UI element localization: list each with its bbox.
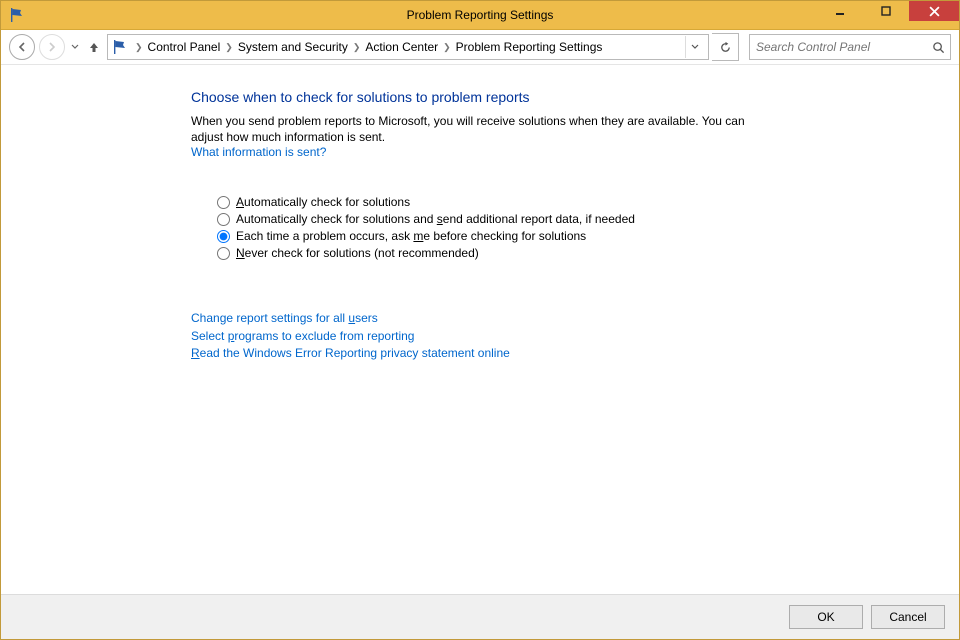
chevron-right-icon[interactable]: ❯ — [440, 42, 454, 53]
up-button[interactable] — [85, 38, 103, 56]
option-ask-each-time[interactable]: Each time a problem occurs, ask me befor… — [217, 229, 751, 243]
option-radio[interactable] — [217, 230, 230, 243]
option-auto-check-send[interactable]: Automatically check for solutions and se… — [217, 212, 751, 226]
option-label: Automatically check for solutions and se… — [236, 212, 635, 226]
window-frame: Problem Reporting Settings — [0, 0, 960, 640]
minimize-button[interactable] — [817, 1, 863, 21]
select-programs-exclude-link[interactable]: Select programs to exclude from reportin… — [191, 328, 751, 345]
breadcrumb-label: Problem Reporting Settings — [456, 40, 603, 54]
cancel-button[interactable]: Cancel — [871, 605, 945, 629]
what-information-link[interactable]: What information is sent? — [191, 145, 326, 159]
back-button[interactable] — [9, 34, 35, 60]
recent-locations-dropdown[interactable] — [69, 42, 81, 52]
option-label: Automatically check for solutions — [236, 195, 410, 209]
window-title: Problem Reporting Settings — [1, 8, 959, 22]
privacy-statement-link[interactable]: Read the Windows Error Reporting privacy… — [191, 345, 751, 362]
flag-icon — [9, 7, 25, 23]
option-radio[interactable] — [217, 247, 230, 260]
option-auto-check[interactable]: Automatically check for solutions — [217, 195, 751, 209]
search-box[interactable] — [749, 34, 951, 60]
page-description: When you send problem reports to Microso… — [191, 113, 751, 145]
option-label: Never check for solutions (not recommend… — [236, 246, 479, 260]
option-label: Each time a problem occurs, ask me befor… — [236, 229, 586, 243]
option-never-check[interactable]: Never check for solutions (not recommend… — [217, 246, 751, 260]
search-icon[interactable] — [926, 41, 950, 54]
search-input[interactable] — [750, 40, 926, 54]
breadcrumb-item[interactable]: Problem Reporting Settings — [456, 40, 603, 54]
maximize-button[interactable] — [863, 1, 909, 21]
options-group: Automatically check for solutions Automa… — [217, 195, 751, 260]
breadcrumb-item[interactable]: System and Security — [238, 40, 348, 54]
ok-button[interactable]: OK — [789, 605, 863, 629]
chevron-right-icon[interactable]: ❯ — [350, 42, 364, 53]
address-bar[interactable]: ❯ Control Panel ❯ System and Security ❯ … — [107, 34, 709, 60]
forward-button[interactable] — [39, 34, 65, 60]
breadcrumb-label: Control Panel — [148, 40, 221, 54]
breadcrumb-item[interactable]: Control Panel — [148, 40, 221, 54]
breadcrumb-label: Action Center — [365, 40, 438, 54]
related-links: Change report settings for all users Sel… — [191, 310, 751, 362]
titlebar[interactable]: Problem Reporting Settings — [1, 1, 959, 30]
option-radio[interactable] — [217, 213, 230, 226]
chevron-right-icon[interactable]: ❯ — [132, 42, 146, 53]
breadcrumb-label: System and Security — [238, 40, 348, 54]
nav-row: ❯ Control Panel ❯ System and Security ❯ … — [1, 30, 959, 65]
change-settings-all-users-link[interactable]: Change report settings for all users — [191, 310, 751, 327]
content-area: Choose when to check for solutions to pr… — [1, 65, 959, 594]
page-title: Choose when to check for solutions to pr… — [191, 89, 751, 105]
address-dropdown[interactable] — [685, 36, 704, 58]
refresh-button[interactable] — [712, 33, 739, 61]
option-radio[interactable] — [217, 196, 230, 209]
close-button[interactable] — [909, 1, 959, 21]
footer: OK Cancel — [1, 594, 959, 639]
flag-icon — [112, 39, 128, 55]
chevron-right-icon[interactable]: ❯ — [222, 42, 236, 53]
window-controls — [817, 1, 959, 21]
breadcrumb-item[interactable]: Action Center — [365, 40, 438, 54]
